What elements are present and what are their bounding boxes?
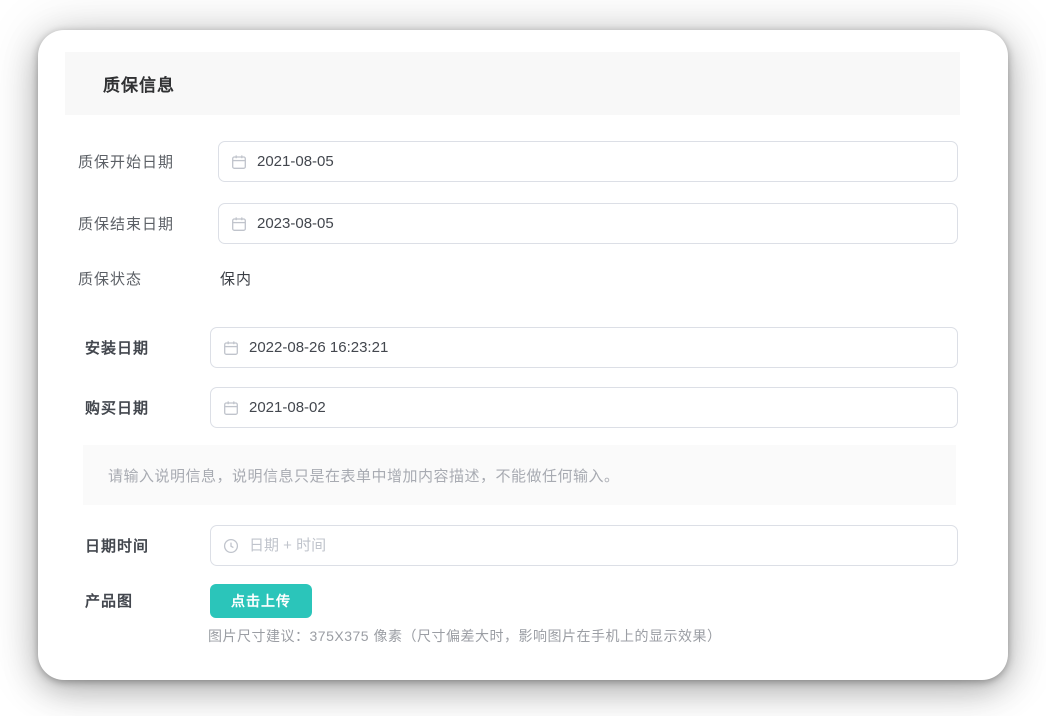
form-note-text: 请输入说明信息，说明信息只是在表单中增加内容描述，不能做任何输入。 <box>108 465 620 486</box>
clock-icon <box>223 538 239 554</box>
page: 质保信息 质保开始日期 质保结束日期 <box>0 0 1046 716</box>
install-date-label: 安装日期 <box>85 327 149 368</box>
purchase-date-label: 购买日期 <box>85 387 149 428</box>
warranty-status-value: 保内 <box>220 268 252 288</box>
warranty-end-date-value[interactable] <box>257 215 945 232</box>
datetime-value[interactable] <box>249 537 945 554</box>
warranty-end-label: 质保结束日期 <box>78 203 174 244</box>
form-note-bar: 请输入说明信息，说明信息只是在表单中增加内容描述，不能做任何输入。 <box>83 445 956 505</box>
purchase-date-input[interactable] <box>210 387 958 428</box>
warranty-status-label: 质保状态 <box>78 268 142 288</box>
upload-button[interactable]: 点击上传 <box>210 584 312 618</box>
calendar-icon <box>223 400 239 416</box>
calendar-icon <box>231 154 247 170</box>
warranty-info-card: 质保信息 质保开始日期 质保结束日期 <box>38 30 1008 680</box>
install-date-value[interactable] <box>249 339 945 356</box>
warranty-start-date-input[interactable] <box>218 141 958 182</box>
upload-button-label: 点击上传 <box>231 591 291 611</box>
section-title: 质保信息 <box>103 71 175 96</box>
install-date-input[interactable] <box>210 327 958 368</box>
product-image-label: 产品图 <box>85 580 133 621</box>
upload-hint-text: 图片尺寸建议：375X375 像素（尺寸偏差大时，影响图片在手机上的显示效果） <box>208 626 721 646</box>
warranty-end-date-input[interactable] <box>218 203 958 244</box>
warranty-start-label: 质保开始日期 <box>78 141 174 182</box>
calendar-icon <box>231 216 247 232</box>
purchase-date-value[interactable] <box>249 399 945 416</box>
datetime-input[interactable] <box>210 525 958 566</box>
section-header: 质保信息 <box>65 52 960 115</box>
calendar-icon <box>223 340 239 356</box>
datetime-label: 日期时间 <box>85 525 149 566</box>
warranty-start-date-value[interactable] <box>257 153 945 170</box>
